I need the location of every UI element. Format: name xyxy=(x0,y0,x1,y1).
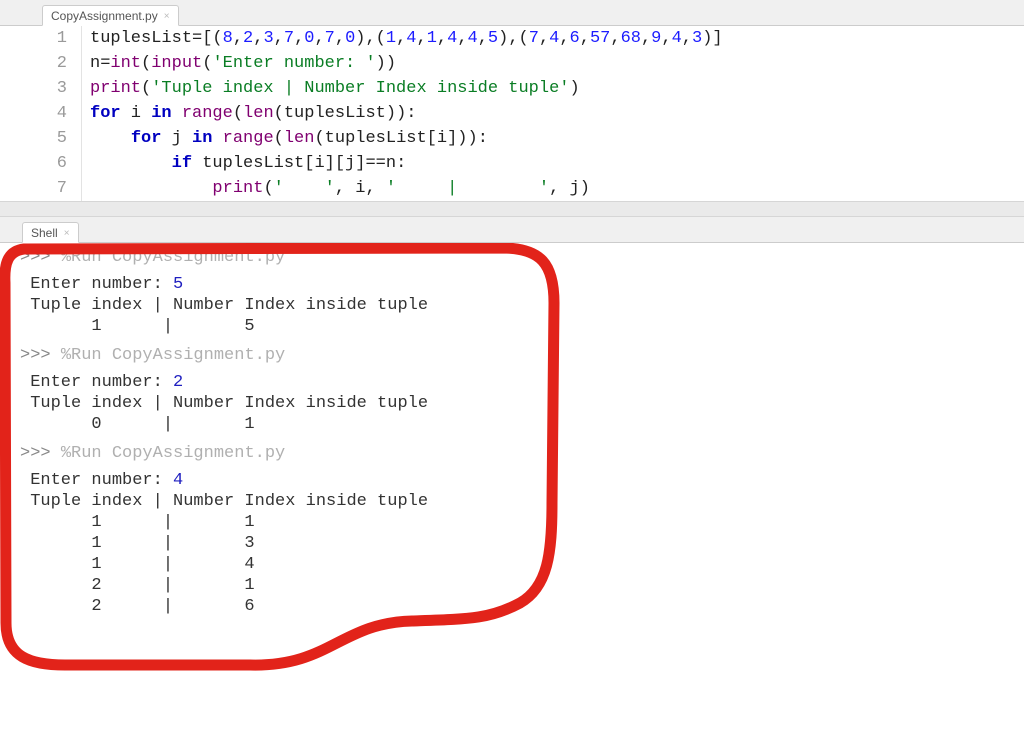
shell-output-line: 1 | 3 xyxy=(20,533,1024,554)
code-content: n=int(input('Enter number: ')) xyxy=(82,51,396,76)
editor-tab[interactable]: CopyAssignment.py × xyxy=(42,5,179,26)
code-content: for j in range(len(tuplesList[i])): xyxy=(82,126,488,151)
editor-tab-label: CopyAssignment.py xyxy=(51,9,158,23)
shell-output-line: Enter number: 4 xyxy=(20,470,1024,491)
pane-divider[interactable] xyxy=(0,201,1024,217)
line-number: 3 xyxy=(0,76,82,101)
shell-prompt-line: >>> %Run CopyAssignment.py xyxy=(20,443,1024,464)
line-number: 1 xyxy=(0,26,82,51)
code-line: 5 for j in range(len(tuplesList[i])): xyxy=(0,126,1024,151)
code-line: 3 print('Tuple index | Number Index insi… xyxy=(0,76,1024,101)
shell-output-line: 1 | 5 xyxy=(20,316,1024,337)
shell-output-line: Enter number: 5 xyxy=(20,274,1024,295)
code-line: 4 for i in range(len(tuplesList)): xyxy=(0,101,1024,126)
line-number: 4 xyxy=(0,101,82,126)
code-content: print(' ', i, ' | ', j) xyxy=(82,176,590,201)
code-line: 2 n=int(input('Enter number: ')) xyxy=(0,51,1024,76)
shell-output-line: 2 | 1 xyxy=(20,575,1024,596)
shell-output-line: Tuple index | Number Index inside tuple xyxy=(20,295,1024,316)
shell-output-line: 0 | 1 xyxy=(20,414,1024,435)
code-line: 1 tuplesList=[(8,2,3,7,0,7,0),(1,4,1,4,4… xyxy=(0,26,1024,51)
ide-window: CopyAssignment.py × 1 tuplesList=[(8,2,3… xyxy=(0,0,1024,729)
shell-tabbar: Shell × xyxy=(0,217,1024,243)
editor-tabbar: CopyAssignment.py × xyxy=(0,0,1024,26)
shell-tab[interactable]: Shell × xyxy=(22,222,79,243)
shell-output-line: Enter number: 2 xyxy=(20,372,1024,393)
shell-output-line: 1 | 4 xyxy=(20,554,1024,575)
close-icon[interactable]: × xyxy=(64,228,70,239)
line-number: 7 xyxy=(0,176,82,201)
code-line: 7 print(' ', i, ' | ', j) xyxy=(0,176,1024,201)
shell-prompt-line: >>> %Run CopyAssignment.py xyxy=(20,247,1024,268)
shell-prompt-line: >>> %Run CopyAssignment.py xyxy=(20,345,1024,366)
code-content: print('Tuple index | Number Index inside… xyxy=(82,76,580,101)
line-number: 6 xyxy=(0,151,82,176)
line-number: 5 xyxy=(0,126,82,151)
code-content: tuplesList=[(8,2,3,7,0,7,0),(1,4,1,4,4,5… xyxy=(82,26,723,51)
code-editor[interactable]: 1 tuplesList=[(8,2,3,7,0,7,0),(1,4,1,4,4… xyxy=(0,26,1024,201)
line-number: 2 xyxy=(0,51,82,76)
code-content: for i in range(len(tuplesList)): xyxy=(82,101,416,126)
shell-output-line: Tuple index | Number Index inside tuple xyxy=(20,393,1024,414)
shell-output-line: Tuple index | Number Index inside tuple xyxy=(20,491,1024,512)
shell-output-line: 1 | 1 xyxy=(20,512,1024,533)
code-content: if tuplesList[i][j]==n: xyxy=(82,151,406,176)
shell-output-line: 2 | 6 xyxy=(20,596,1024,617)
close-icon[interactable]: × xyxy=(164,11,170,22)
code-line: 6 if tuplesList[i][j]==n: xyxy=(0,151,1024,176)
shell-tab-label: Shell xyxy=(31,226,58,240)
shell-output[interactable]: >>> %Run CopyAssignment.py Enter number:… xyxy=(0,243,1024,703)
